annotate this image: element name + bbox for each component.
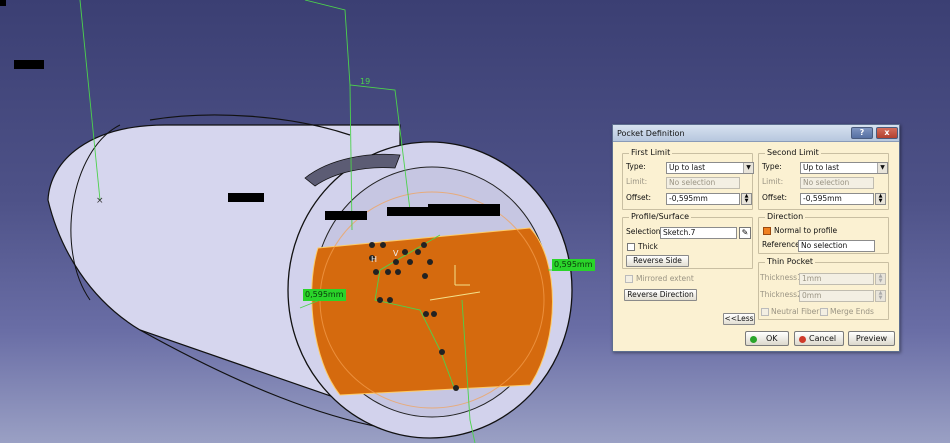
offset-dimension-right[interactable]: 0,595mm — [552, 259, 595, 271]
second-limit-field[interactable]: No selection — [800, 177, 874, 189]
first-limit-title: First Limit — [629, 148, 673, 158]
cancel-button[interactable]: Cancel — [794, 331, 844, 346]
ok-button[interactable]: OK — [745, 331, 789, 346]
thickness2-spinner[interactable]: ▲ ▼ — [875, 290, 886, 302]
second-type-label: Type: — [762, 162, 782, 171]
normal-to-profile-checkbox[interactable] — [763, 227, 771, 235]
second-offset-label: Offset: — [762, 193, 788, 202]
thickness1-field[interactable]: 1mm — [799, 273, 874, 285]
close-button[interactable]: x — [876, 127, 898, 139]
thin-pocket-group: Thin Pocket Thickness1: 1mm ▲ ▼ Thickness… — [758, 257, 889, 320]
sketch-v-label: V — [393, 249, 399, 258]
thin-pocket-title: Thin Pocket — [765, 257, 816, 267]
first-type-label: Type: — [626, 162, 646, 171]
pocket-definition-dialog: Pocket Definition ? x First Limit Type: … — [612, 124, 900, 352]
second-limit-group: Second Limit Type: Up to last ▼ Limit: N… — [758, 148, 889, 210]
reference-label: Reference: — [762, 240, 803, 249]
first-limit-label: Limit: — [626, 177, 648, 186]
thick-checkbox[interactable] — [627, 243, 635, 251]
chevron-down-icon[interactable]: ▼ — [743, 163, 753, 173]
second-limit-title: Second Limit — [765, 148, 821, 158]
selection-label: Selection: — [626, 227, 664, 236]
first-limit-field[interactable]: No selection — [666, 177, 740, 189]
thickness1-spinner[interactable]: ▲ ▼ — [875, 273, 886, 285]
cancel-icon — [799, 336, 806, 343]
dimension-19[interactable]: 19 — [360, 77, 370, 86]
less-button[interactable]: <<Less — [723, 313, 755, 325]
redacted-area — [0, 0, 6, 6]
merge-ends-checkbox[interactable] — [820, 308, 828, 316]
mirrored-extent-label: Mirrored extent — [636, 274, 694, 283]
first-offset-label: Offset: — [626, 193, 652, 202]
merge-ends-label: Merge Ends — [830, 307, 874, 316]
profile-surface-group: Profile/Surface Selection: Sketch.7 ✎ Th… — [622, 212, 753, 269]
reverse-direction-button[interactable]: Reverse Direction — [624, 289, 697, 301]
mirrored-extent-checkbox[interactable] — [625, 275, 633, 283]
sketch-h-label: H — [371, 255, 377, 264]
direction-title: Direction — [765, 212, 806, 222]
cylinder-part[interactable] — [47, 114, 573, 439]
svg-text:×: × — [96, 196, 104, 206]
reverse-side-button[interactable]: Reverse Side — [626, 255, 689, 267]
redacted-area — [325, 211, 367, 220]
first-offset-spinner[interactable]: ▲ ▼ — [741, 193, 752, 205]
direction-group: Direction Normal to profile Reference: N… — [758, 212, 889, 254]
redacted-area — [14, 60, 44, 69]
first-offset-field[interactable]: -0,595mm — [666, 193, 740, 205]
first-limit-group: First Limit Type: Up to last ▼ Limit: No… — [622, 148, 754, 210]
thickness2-field[interactable]: 0mm — [799, 290, 874, 302]
first-type-value: Up to last — [669, 163, 706, 172]
reference-field[interactable]: No selection — [798, 240, 875, 252]
second-type-dropdown[interactable]: Up to last ▼ — [800, 162, 888, 174]
redacted-area — [228, 193, 264, 202]
offset-dimension-left[interactable]: 0,595mm — [303, 289, 346, 301]
redacted-area — [387, 207, 431, 216]
thick-label: Thick — [638, 242, 658, 251]
neutral-fiber-label: Neutral Fiber — [771, 307, 820, 316]
help-button[interactable]: ? — [851, 127, 873, 139]
first-type-dropdown[interactable]: Up to last ▼ — [666, 162, 754, 174]
preview-button[interactable]: Preview — [848, 331, 895, 346]
thickness2-label: Thickness2: — [760, 290, 805, 299]
second-offset-spinner[interactable]: ▲ ▼ — [875, 193, 886, 205]
chevron-down-icon[interactable]: ▼ — [877, 163, 887, 173]
neutral-fiber-checkbox[interactable] — [761, 308, 769, 316]
selection-field[interactable]: Sketch.7 — [660, 227, 737, 239]
second-type-value: Up to last — [803, 163, 840, 172]
thickness1-label: Thickness1: — [760, 273, 805, 282]
second-limit-label: Limit: — [762, 177, 784, 186]
ok-icon — [750, 336, 757, 343]
profile-surface-title: Profile/Surface — [629, 212, 692, 222]
redacted-area — [428, 204, 500, 216]
normal-to-profile-label: Normal to profile — [774, 226, 838, 235]
edit-sketch-icon[interactable]: ✎ — [739, 227, 751, 239]
second-offset-field[interactable]: -0,595mm — [800, 193, 874, 205]
